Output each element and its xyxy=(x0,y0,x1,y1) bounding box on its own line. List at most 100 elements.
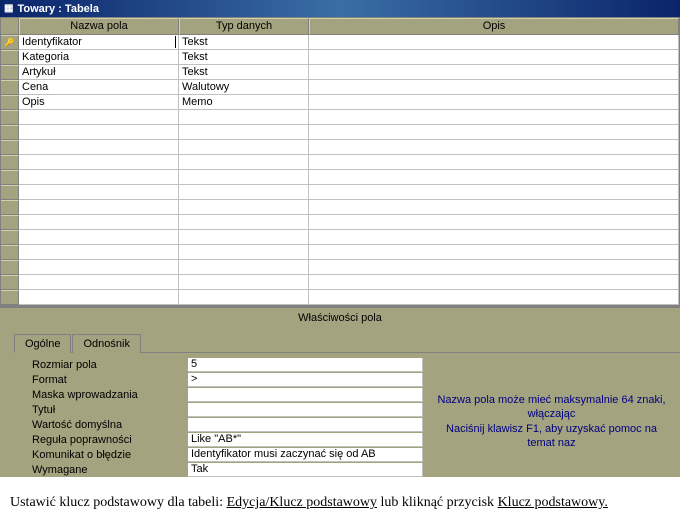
field-desc-cell[interactable] xyxy=(309,140,679,155)
field-desc-cell[interactable] xyxy=(309,170,679,185)
table-row[interactable]: ArtykułTekst xyxy=(1,65,679,80)
row-selector[interactable] xyxy=(1,125,19,140)
row-selector[interactable] xyxy=(1,200,19,215)
field-desc-cell[interactable] xyxy=(309,65,679,80)
table-row[interactable] xyxy=(1,230,679,245)
field-name-cell[interactable]: Identyfikator xyxy=(19,35,179,50)
field-type-cell[interactable] xyxy=(179,230,309,245)
field-type-cell[interactable] xyxy=(179,245,309,260)
row-selector[interactable]: 🔑 xyxy=(1,35,19,50)
select-all-corner[interactable] xyxy=(1,18,19,35)
row-selector[interactable] xyxy=(1,230,19,245)
field-type-cell[interactable] xyxy=(179,260,309,275)
property-input[interactable] xyxy=(188,373,423,387)
property-input[interactable] xyxy=(188,463,423,477)
table-row[interactable]: 🔑IdentyfikatorTekst xyxy=(1,35,679,50)
field-desc-cell[interactable] xyxy=(309,110,679,125)
row-selector[interactable] xyxy=(1,260,19,275)
row-selector[interactable] xyxy=(1,65,19,80)
field-type-cell[interactable] xyxy=(179,275,309,290)
col-header-desc[interactable]: Opis xyxy=(309,18,679,35)
field-name-cell[interactable] xyxy=(19,275,179,290)
field-name-cell[interactable] xyxy=(19,200,179,215)
field-type-cell[interactable]: Tekst xyxy=(179,35,309,50)
field-type-cell[interactable] xyxy=(179,155,309,170)
table-row[interactable] xyxy=(1,125,679,140)
table-row[interactable] xyxy=(1,140,679,155)
field-name-cell[interactable] xyxy=(19,215,179,230)
property-input[interactable] xyxy=(188,358,423,372)
field-type-cell[interactable]: Walutowy xyxy=(179,80,309,95)
field-name-cell[interactable]: Opis xyxy=(19,95,179,110)
field-name-cell[interactable]: Cena xyxy=(19,80,179,95)
field-name-cell[interactable] xyxy=(19,110,179,125)
table-row[interactable] xyxy=(1,245,679,260)
field-desc-cell[interactable] xyxy=(309,80,679,95)
table-row[interactable] xyxy=(1,260,679,275)
row-selector[interactable] xyxy=(1,245,19,260)
table-row[interactable] xyxy=(1,275,679,290)
field-name-cell[interactable] xyxy=(19,260,179,275)
table-row[interactable]: CenaWalutowy xyxy=(1,80,679,95)
field-name-cell[interactable] xyxy=(19,140,179,155)
table-row[interactable] xyxy=(1,200,679,215)
field-desc-cell[interactable] xyxy=(309,50,679,65)
field-type-cell[interactable] xyxy=(179,170,309,185)
property-input[interactable] xyxy=(188,388,423,402)
property-input[interactable] xyxy=(188,433,423,447)
field-desc-cell[interactable] xyxy=(309,125,679,140)
field-type-cell[interactable] xyxy=(179,125,309,140)
field-name-cell[interactable] xyxy=(19,290,179,305)
field-desc-cell[interactable] xyxy=(309,245,679,260)
table-row[interactable] xyxy=(1,290,679,305)
row-selector[interactable] xyxy=(1,275,19,290)
field-desc-cell[interactable] xyxy=(309,260,679,275)
field-name-cell[interactable] xyxy=(19,155,179,170)
field-desc-cell[interactable] xyxy=(309,185,679,200)
field-type-cell[interactable] xyxy=(179,290,309,305)
row-selector[interactable] xyxy=(1,80,19,95)
field-desc-cell[interactable] xyxy=(309,35,679,50)
row-selector[interactable] xyxy=(1,185,19,200)
field-desc-cell[interactable] xyxy=(309,155,679,170)
col-header-type[interactable]: Typ danych xyxy=(179,18,309,35)
field-desc-cell[interactable] xyxy=(309,95,679,110)
field-name-cell[interactable] xyxy=(19,230,179,245)
field-name-cell[interactable]: Kategoria xyxy=(19,50,179,65)
field-type-cell[interactable]: Tekst xyxy=(179,65,309,80)
field-type-cell[interactable] xyxy=(179,215,309,230)
row-selector[interactable] xyxy=(1,290,19,305)
field-desc-cell[interactable] xyxy=(309,200,679,215)
field-desc-cell[interactable] xyxy=(309,230,679,245)
property-input[interactable] xyxy=(188,448,423,462)
field-desc-cell[interactable] xyxy=(309,290,679,305)
field-name-cell[interactable] xyxy=(19,125,179,140)
tab-lookup[interactable]: Odnośnik xyxy=(72,334,140,353)
field-name-cell[interactable] xyxy=(19,170,179,185)
tab-general[interactable]: Ogólne xyxy=(14,334,71,353)
row-selector[interactable] xyxy=(1,215,19,230)
row-selector[interactable] xyxy=(1,155,19,170)
table-row[interactable] xyxy=(1,110,679,125)
field-name-cell[interactable] xyxy=(19,245,179,260)
row-selector[interactable] xyxy=(1,170,19,185)
field-desc-cell[interactable] xyxy=(309,275,679,290)
field-type-cell[interactable] xyxy=(179,200,309,215)
table-row[interactable]: OpisMemo xyxy=(1,95,679,110)
field-type-cell[interactable] xyxy=(179,140,309,155)
field-name-cell[interactable] xyxy=(19,185,179,200)
row-selector[interactable] xyxy=(1,110,19,125)
row-selector[interactable] xyxy=(1,50,19,65)
field-type-cell[interactable] xyxy=(179,110,309,125)
field-type-cell[interactable]: Tekst xyxy=(179,50,309,65)
table-row[interactable] xyxy=(1,170,679,185)
field-type-cell[interactable]: Memo xyxy=(179,95,309,110)
row-selector[interactable] xyxy=(1,95,19,110)
table-row[interactable]: KategoriaTekst xyxy=(1,50,679,65)
field-desc-cell[interactable] xyxy=(309,215,679,230)
field-type-cell[interactable] xyxy=(179,185,309,200)
property-input[interactable] xyxy=(188,403,423,417)
field-name-cell[interactable]: Artykuł xyxy=(19,65,179,80)
table-row[interactable] xyxy=(1,215,679,230)
col-header-name[interactable]: Nazwa pola xyxy=(19,18,179,35)
